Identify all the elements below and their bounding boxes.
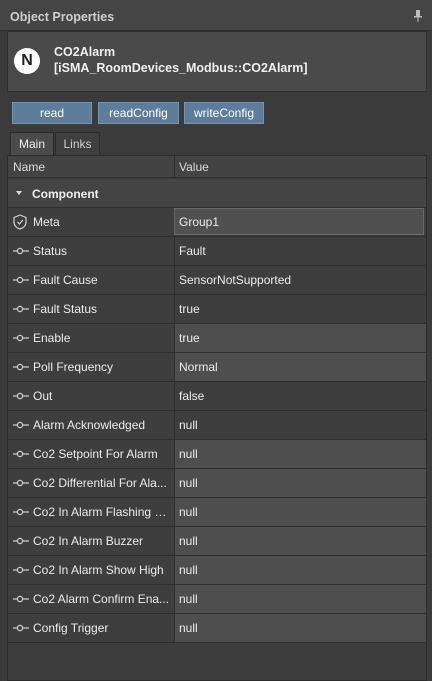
property-name: Out [33, 389, 53, 403]
column-header-value[interactable]: Value [179, 160, 209, 174]
property-name-cell: Co2 In Alarm Buzzer [8, 527, 174, 555]
property-name-cell: Co2 Differential For Ala... [8, 469, 174, 497]
slot-icon [13, 421, 29, 429]
tab-main[interactable]: Main [10, 132, 54, 156]
property-name: Co2 In Alarm Buzzer [33, 534, 144, 548]
table-row[interactable]: Poll Frequency Normal [8, 353, 426, 382]
pin-icon[interactable] [413, 10, 423, 22]
table-row[interactable]: Co2 Setpoint For Alarm null [8, 440, 426, 469]
table-row[interactable]: Co2 Differential For Ala... null [8, 469, 426, 498]
property-value[interactable]: null [175, 614, 426, 642]
slot-icon [13, 363, 29, 371]
property-name-cell: Meta [8, 208, 174, 236]
property-value[interactable]: null [175, 585, 426, 613]
read-config-button[interactable]: readConfig [98, 102, 179, 124]
tab-links[interactable]: Links [55, 132, 100, 155]
slot-icon [13, 392, 29, 400]
panel-title: Object Properties [10, 10, 115, 24]
property-value[interactable]: true [175, 295, 426, 323]
slot-icon [13, 595, 29, 603]
column-header-name[interactable]: Name [13, 160, 45, 174]
property-rows: Meta Group1 Status Fault Fault Cause SensorNo… [8, 208, 426, 643]
property-value[interactable]: null [175, 469, 426, 497]
property-value[interactable]: null [175, 556, 426, 584]
property-name-cell: Status [8, 237, 174, 265]
property-value[interactable]: Group1 [174, 208, 424, 235]
table-row[interactable]: Meta Group1 [8, 208, 426, 237]
property-value[interactable]: null [175, 411, 426, 439]
table-row[interactable]: Fault Cause SensorNotSupported [8, 266, 426, 295]
property-name: Co2 In Alarm Show High [33, 563, 164, 577]
property-value[interactable]: SensorNotSupported [175, 266, 426, 294]
shield-icon [13, 214, 27, 230]
property-name: Poll Frequency [33, 360, 114, 374]
property-value[interactable]: null [175, 527, 426, 555]
properties-grid: Name Value Component Meta Group1 Status Fau… [7, 155, 427, 681]
property-name-cell: Co2 In Alarm Flashing Lcd [8, 498, 174, 526]
slot-icon [13, 508, 29, 516]
property-value[interactable]: Normal [175, 353, 426, 381]
chevron-down-icon[interactable] [16, 191, 22, 195]
property-value[interactable]: null [175, 440, 426, 468]
panel-header: Object Properties [0, 0, 432, 31]
property-name: Status [33, 244, 68, 258]
property-name-cell: Fault Status [8, 295, 174, 323]
table-row[interactable]: Status Fault [8, 237, 426, 266]
property-name: Enable [33, 331, 71, 345]
property-name: Co2 Alarm Confirm Ena... [33, 592, 170, 606]
slot-icon [13, 305, 29, 313]
property-name: Config Trigger [33, 621, 109, 635]
write-config-button[interactable]: writeConfig [184, 102, 264, 124]
group-row-component[interactable]: Component [8, 179, 426, 208]
property-value[interactable]: null [175, 498, 426, 526]
property-name: Fault Cause [33, 273, 98, 287]
property-name-cell: Config Trigger [8, 614, 174, 642]
property-value[interactable]: Fault [175, 237, 426, 265]
grid-header: Name Value [8, 156, 426, 178]
slot-icon [13, 247, 29, 255]
table-row[interactable]: Fault Status true [8, 295, 426, 324]
slot-icon [13, 334, 29, 342]
slot-icon [13, 624, 29, 632]
object-type: [iSMA_RoomDevices_Modbus::CO2Alarm] [54, 61, 308, 75]
slot-icon [13, 566, 29, 574]
table-row[interactable]: Config Trigger null [8, 614, 426, 643]
property-name-cell: Fault Cause [8, 266, 174, 294]
niagara-component-icon: N [14, 48, 40, 74]
table-row[interactable]: Co2 In Alarm Flashing Lcd null [8, 498, 426, 527]
property-name-cell: Co2 Setpoint For Alarm [8, 440, 174, 468]
table-row[interactable]: Co2 In Alarm Show High null [8, 556, 426, 585]
table-row[interactable]: Alarm Acknowledged null [8, 411, 426, 440]
property-name-cell: Enable [8, 324, 174, 352]
property-name-cell: Out [8, 382, 174, 410]
property-name-cell: Co2 In Alarm Show High [8, 556, 174, 584]
property-value[interactable]: true [175, 324, 426, 352]
object-header: N CO2Alarm [iSMA_RoomDevices_Modbus::CO2… [7, 31, 427, 92]
property-name-cell: Co2 Alarm Confirm Ena... [8, 585, 174, 613]
property-name: Alarm Acknowledged [33, 418, 146, 432]
property-name-cell: Alarm Acknowledged [8, 411, 174, 439]
object-name: CO2Alarm [54, 45, 116, 59]
property-name: Meta [33, 215, 60, 229]
table-row[interactable]: Co2 Alarm Confirm Ena... null [8, 585, 426, 614]
read-button[interactable]: read [12, 102, 92, 124]
slot-icon [13, 537, 29, 545]
table-row[interactable]: Out false [8, 382, 426, 411]
property-value[interactable]: false [175, 382, 426, 410]
slot-icon [13, 450, 29, 458]
property-name: Co2 Setpoint For Alarm [33, 447, 158, 461]
property-name: Co2 In Alarm Flashing Lcd [33, 505, 173, 519]
slot-icon [13, 479, 29, 487]
property-name: Fault Status [33, 302, 98, 316]
group-label: Component [32, 187, 99, 201]
column-divider[interactable] [174, 156, 175, 178]
slot-icon [13, 276, 29, 284]
table-row[interactable]: Enable true [8, 324, 426, 353]
property-name: Co2 Differential For Ala... [33, 476, 167, 490]
table-row[interactable]: Co2 In Alarm Buzzer null [8, 527, 426, 556]
property-name-cell: Poll Frequency [8, 353, 174, 381]
